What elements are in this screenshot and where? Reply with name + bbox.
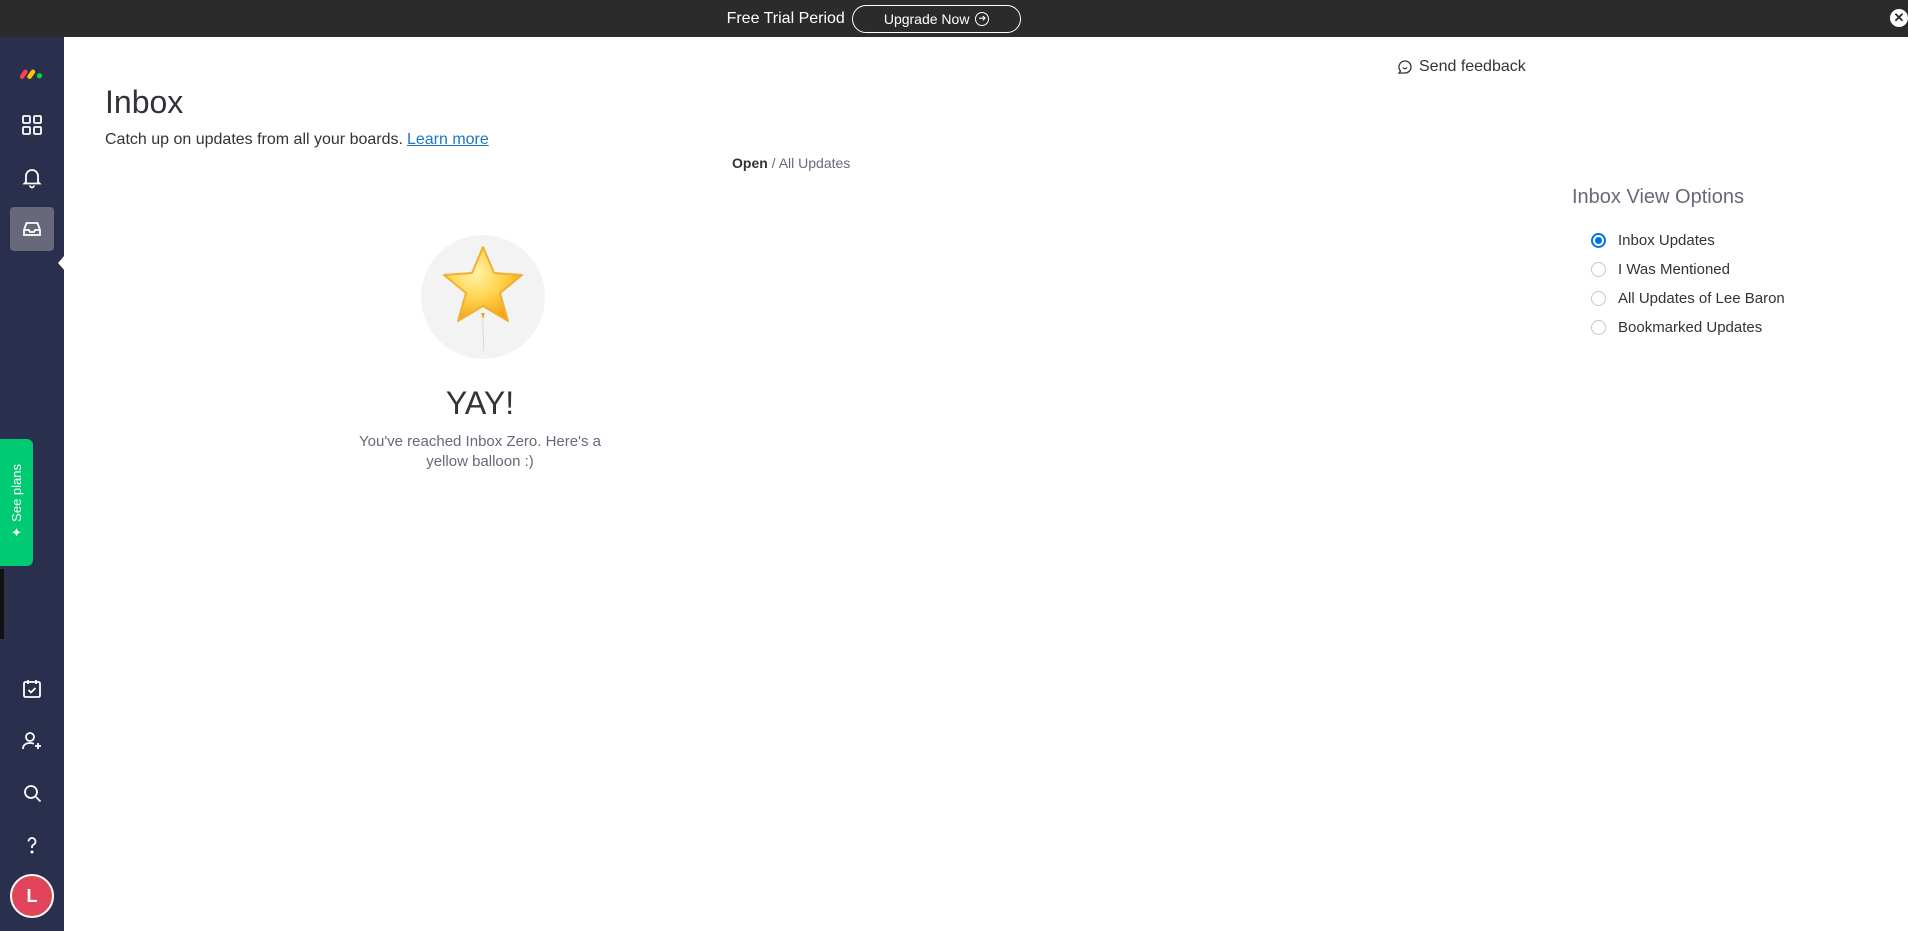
inbox-icon xyxy=(23,222,41,236)
send-feedback-label: Send feedback xyxy=(1419,58,1526,75)
sidebar-item-workspace[interactable] xyxy=(10,103,54,147)
sidebar-item-notifications[interactable] xyxy=(10,155,54,199)
radio-inbox-updates[interactable] xyxy=(1591,233,1606,248)
trial-text: Free Trial Period xyxy=(726,9,845,27)
upgrade-now-button[interactable]: Upgrade Now ➔ xyxy=(851,4,1022,33)
monday-logo[interactable] xyxy=(10,50,54,94)
user-plus-icon xyxy=(22,732,41,750)
panel-edge xyxy=(0,569,4,639)
page-subtitle: Catch up on updates from all your boards… xyxy=(105,131,489,149)
radio-bookmarked-updates[interactable] xyxy=(1591,320,1606,335)
sidebar-item-help[interactable] xyxy=(10,823,54,867)
monday-logo-icon xyxy=(20,69,43,79)
see-plans-label: See plans xyxy=(9,463,24,522)
sparkle-icon: ✦ xyxy=(11,525,22,541)
option-all-updates-of-user[interactable]: All Updates of Lee Baron xyxy=(1591,284,1785,313)
view-options-list: Inbox Updates I Was Mentioned All Update… xyxy=(1591,226,1785,342)
search-icon xyxy=(24,785,42,803)
feedback-icon xyxy=(1397,60,1412,74)
grid-icon xyxy=(22,115,42,135)
sidebar-item-my-work[interactable] xyxy=(10,667,54,711)
arrow-right-circle-icon: ➔ xyxy=(975,11,990,26)
left-sidebar: See plans ✦ L xyxy=(0,37,65,931)
see-plans-button[interactable]: See plans ✦ xyxy=(0,439,33,566)
option-label: All Updates of Lee Baron xyxy=(1618,290,1785,307)
filter-scope[interactable]: All Updates xyxy=(779,155,851,171)
balloon-illustration xyxy=(421,235,545,359)
subtitle-text: Catch up on updates from all your boards… xyxy=(105,131,403,148)
option-bookmarked-updates[interactable]: Bookmarked Updates xyxy=(1591,313,1785,342)
option-label: I Was Mentioned xyxy=(1618,261,1730,278)
bell-icon xyxy=(22,169,42,189)
filter-separator: / xyxy=(771,155,776,171)
filter-current[interactable]: Open xyxy=(732,155,768,171)
empty-state-title: YAY! xyxy=(445,385,515,421)
learn-more-link[interactable]: Learn more xyxy=(407,131,489,148)
page-title: Inbox xyxy=(105,84,184,120)
radio-i-was-mentioned[interactable] xyxy=(1591,262,1606,277)
active-indicator xyxy=(58,255,65,271)
avatar[interactable]: L xyxy=(10,874,54,918)
empty-state-message: You've reached Inbox Zero. Here's a yell… xyxy=(359,433,601,470)
question-icon xyxy=(27,837,37,854)
send-feedback-link[interactable]: Send feedback xyxy=(1397,58,1526,76)
sidebar-item-search[interactable] xyxy=(10,771,54,815)
upgrade-label: Upgrade Now xyxy=(883,10,970,27)
close-icon[interactable]: ✕ xyxy=(1890,9,1908,27)
view-options-title: Inbox View Options xyxy=(1572,186,1744,208)
radio-all-updates-of-user[interactable] xyxy=(1591,291,1606,306)
star-balloon-icon xyxy=(443,246,523,352)
option-label: Inbox Updates xyxy=(1618,232,1715,249)
option-inbox-updates[interactable]: Inbox Updates xyxy=(1591,226,1785,255)
option-i-was-mentioned[interactable]: I Was Mentioned xyxy=(1591,255,1785,284)
calendar-check-icon xyxy=(23,680,41,698)
filter-breadcrumb: Open / All Updates xyxy=(732,155,850,171)
sidebar-item-invite[interactable] xyxy=(10,719,54,763)
sidebar-item-inbox[interactable] xyxy=(10,207,54,251)
option-label: Bookmarked Updates xyxy=(1618,319,1763,336)
trial-banner: Free Trial Period Upgrade Now ➔ ✕ xyxy=(0,0,1908,37)
